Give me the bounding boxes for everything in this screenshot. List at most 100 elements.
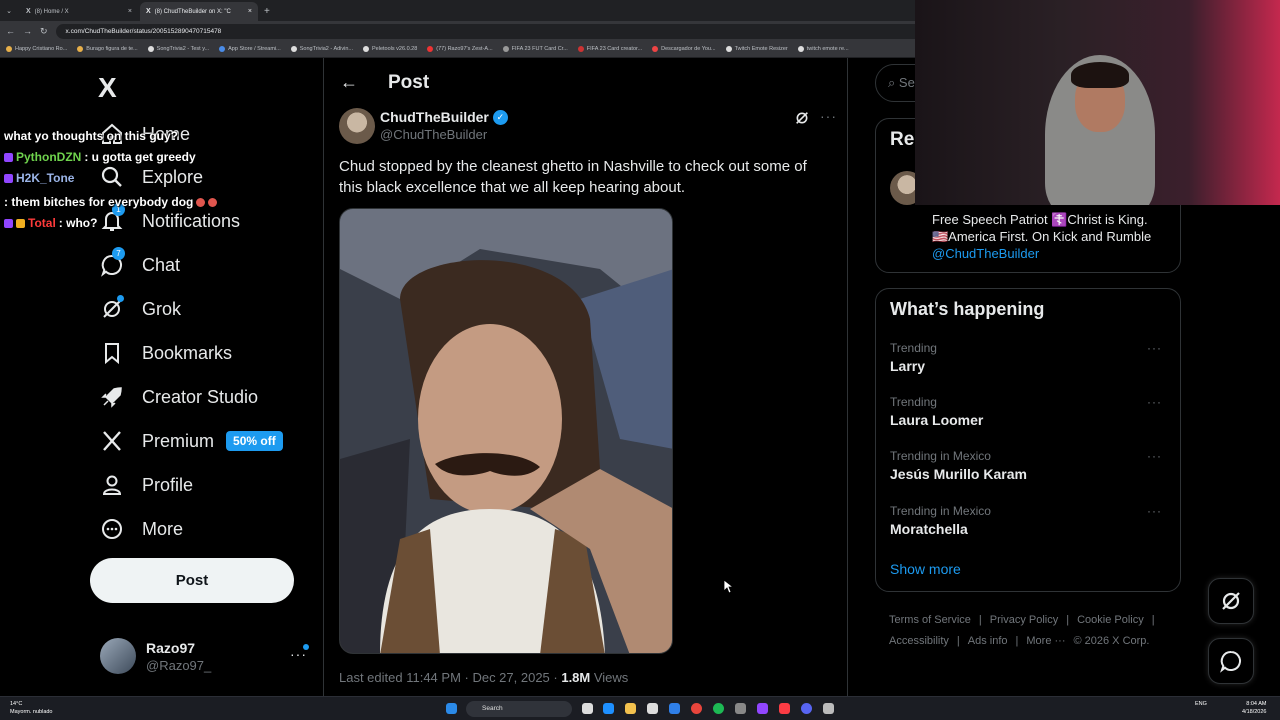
bookmark-item[interactable]: Descargador de You... xyxy=(652,46,716,52)
discord-icon[interactable] xyxy=(801,703,812,714)
emote-icon xyxy=(208,198,218,207)
account-name: Razo97 xyxy=(146,640,196,656)
reload-icon[interactable]: ↻ xyxy=(40,26,48,37)
mail-icon[interactable] xyxy=(669,703,680,714)
footer-link[interactable]: Ads info xyxy=(968,635,1008,647)
spotify-icon[interactable] xyxy=(713,703,724,714)
bookmark-item[interactable]: (77) Razo97's Zest-A... xyxy=(427,46,493,52)
bookmark-item[interactable]: Happy Cristiano Ro... xyxy=(6,46,67,52)
app-icon[interactable] xyxy=(735,703,746,714)
post-more-icon[interactable]: ··· xyxy=(820,108,837,124)
trend-name: Laura Loomer xyxy=(890,412,984,428)
weather-widget[interactable]: 14°C Mayorm. nublado xyxy=(10,700,53,716)
trend-category: Trending in Mexico xyxy=(890,504,991,518)
relevant-bio: Free Speech Patriot ☦️Christ is King. 🇺🇸… xyxy=(932,211,1172,262)
nav-label: Creator Studio xyxy=(142,386,259,407)
trend-more-icon[interactable]: ··· xyxy=(1147,341,1162,355)
back-nav-icon[interactable]: ← xyxy=(6,26,15,36)
twitch-icon[interactable] xyxy=(757,703,768,714)
author-name-row[interactable]: ChudTheBuilder ✓ xyxy=(380,109,508,125)
post-text: Chud stopped by the cleanest ghetto in N… xyxy=(339,158,807,196)
twitch-badge-icon xyxy=(4,174,13,183)
avatar xyxy=(100,638,136,674)
footer-link[interactable]: Cookie Policy xyxy=(1077,614,1144,626)
edge-icon[interactable] xyxy=(603,703,614,714)
trend-item[interactable]: Trending in Mexico Moratchella ··· xyxy=(890,504,1170,537)
post-video[interactable] xyxy=(339,208,673,654)
bookmark-item[interactable]: App Store / Streami... xyxy=(219,46,281,52)
start-menu-icon[interactable] xyxy=(446,703,457,714)
nav-item-chat[interactable]: 7 Chat xyxy=(100,247,180,277)
nav-item-grok[interactable]: Grok xyxy=(100,295,181,321)
store-icon[interactable] xyxy=(647,703,658,714)
bookmark-item[interactable]: SongTrivia2 - Test y... xyxy=(147,46,209,52)
taskbar-search[interactable]: Search xyxy=(466,701,572,717)
grok-explain-icon[interactable] xyxy=(794,110,810,126)
task-view-icon[interactable] xyxy=(582,703,593,714)
trend-more-icon[interactable]: ··· xyxy=(1147,449,1162,463)
grok-fab-button[interactable] xyxy=(1208,578,1254,624)
weather-temp: 14°C xyxy=(10,701,23,707)
browser-tab-post[interactable]: X (8) ChudTheBuilder on X: "C × xyxy=(140,2,258,21)
footer-separator: | xyxy=(1151,614,1155,626)
page-title: Post xyxy=(388,72,430,93)
chrome-icon[interactable] xyxy=(691,703,702,714)
bookmark-item[interactable]: FIFA 23 FUT Card Cr... xyxy=(502,46,568,52)
footer-link[interactable]: Accessibility xyxy=(889,635,949,647)
language-indicator[interactable]: ENG xyxy=(1195,701,1207,707)
bookmark-item[interactable]: SongTrivia2 - Adivin... xyxy=(290,46,353,52)
account-dot-badge xyxy=(303,644,309,650)
clock[interactable]: 8:04 AM 4/18/2026 xyxy=(1242,700,1266,716)
views-label: Views xyxy=(590,670,629,685)
post-button[interactable]: Post xyxy=(90,558,294,603)
trend-item[interactable]: Trending Larry ··· xyxy=(890,341,1170,374)
chat-text: : who? xyxy=(58,216,98,230)
settings-icon[interactable] xyxy=(823,703,834,714)
footer-separator: | xyxy=(956,635,960,647)
screen: ⌄ X (8) Home / X × X (8) ChudTheBuilder … xyxy=(0,0,1280,720)
nav-item-more[interactable]: More xyxy=(100,517,183,541)
bookmark-item[interactable]: Peletools v26.0.28 xyxy=(363,46,417,52)
trend-item[interactable]: Trending Laura Loomer ··· xyxy=(890,395,1170,428)
trend-more-icon[interactable]: ··· xyxy=(1147,395,1162,409)
bookmark-favicon-icon xyxy=(577,46,584,52)
chat-fab-button[interactable] xyxy=(1208,638,1254,684)
footer-link[interactable]: Privacy Policy xyxy=(990,614,1058,626)
panel-title: What’s happening xyxy=(890,299,1045,319)
bio-mention-link[interactable]: @ChudTheBuilder xyxy=(932,245,1172,262)
back-button[interactable]: ← xyxy=(340,72,358,93)
music-icon[interactable] xyxy=(779,703,790,714)
nav-item-bookmarks[interactable]: Bookmarks xyxy=(100,341,232,365)
trend-more-icon[interactable]: ··· xyxy=(1147,504,1162,518)
author-avatar[interactable] xyxy=(339,108,375,144)
tab-search-icon[interactable]: ⌄ xyxy=(0,2,18,21)
footer-link[interactable]: More ··· xyxy=(1026,635,1065,647)
x-logo-icon[interactable]: X xyxy=(98,72,117,104)
verified-icon: ✓ xyxy=(492,109,508,125)
bookmark-item[interactable]: Burago figura de te... xyxy=(77,46,138,52)
file-explorer-icon[interactable] xyxy=(625,703,636,714)
post-edited-timestamp: Last edited 11:44 PM · Dec 27, 2025 · xyxy=(339,670,562,685)
browser-tab-home[interactable]: X (8) Home / X × xyxy=(20,2,138,21)
show-more-link[interactable]: Show more xyxy=(890,561,961,577)
close-tab-icon[interactable]: × xyxy=(248,8,252,15)
footer-link[interactable]: Terms of Service xyxy=(889,614,971,626)
x-icon xyxy=(103,431,121,451)
nav-item-profile[interactable]: Profile xyxy=(100,473,193,497)
trend-item[interactable]: Trending in Mexico Jesús Murillo Karam ·… xyxy=(890,449,1170,482)
author-handle[interactable]: @ChudTheBuilder xyxy=(380,127,487,142)
forward-nav-icon[interactable]: → xyxy=(23,26,32,36)
account-switcher[interactable]: Razo97 @Razo97_ ··· xyxy=(100,638,315,678)
url-field[interactable]: x.com/ChudTheBuilder/status/200515289047… xyxy=(55,23,926,39)
taskbar-search-label: Search xyxy=(482,705,503,712)
nav-item-premium[interactable]: Premium 50% off xyxy=(100,429,283,453)
nav-item-creator-studio[interactable]: Creator Studio xyxy=(100,385,258,409)
bookmark-item[interactable]: twitch emote re... xyxy=(797,46,849,52)
bookmark-item[interactable]: Twitch Emote Resizer xyxy=(725,46,788,52)
bookmark-item[interactable]: FIFA 23 Card creator... xyxy=(577,46,642,52)
new-tab-button[interactable]: + xyxy=(264,2,270,21)
crown-badge-icon xyxy=(16,219,25,228)
rocket-icon xyxy=(101,387,122,408)
video-frame-image xyxy=(340,209,672,653)
close-tab-icon[interactable]: × xyxy=(128,8,132,15)
